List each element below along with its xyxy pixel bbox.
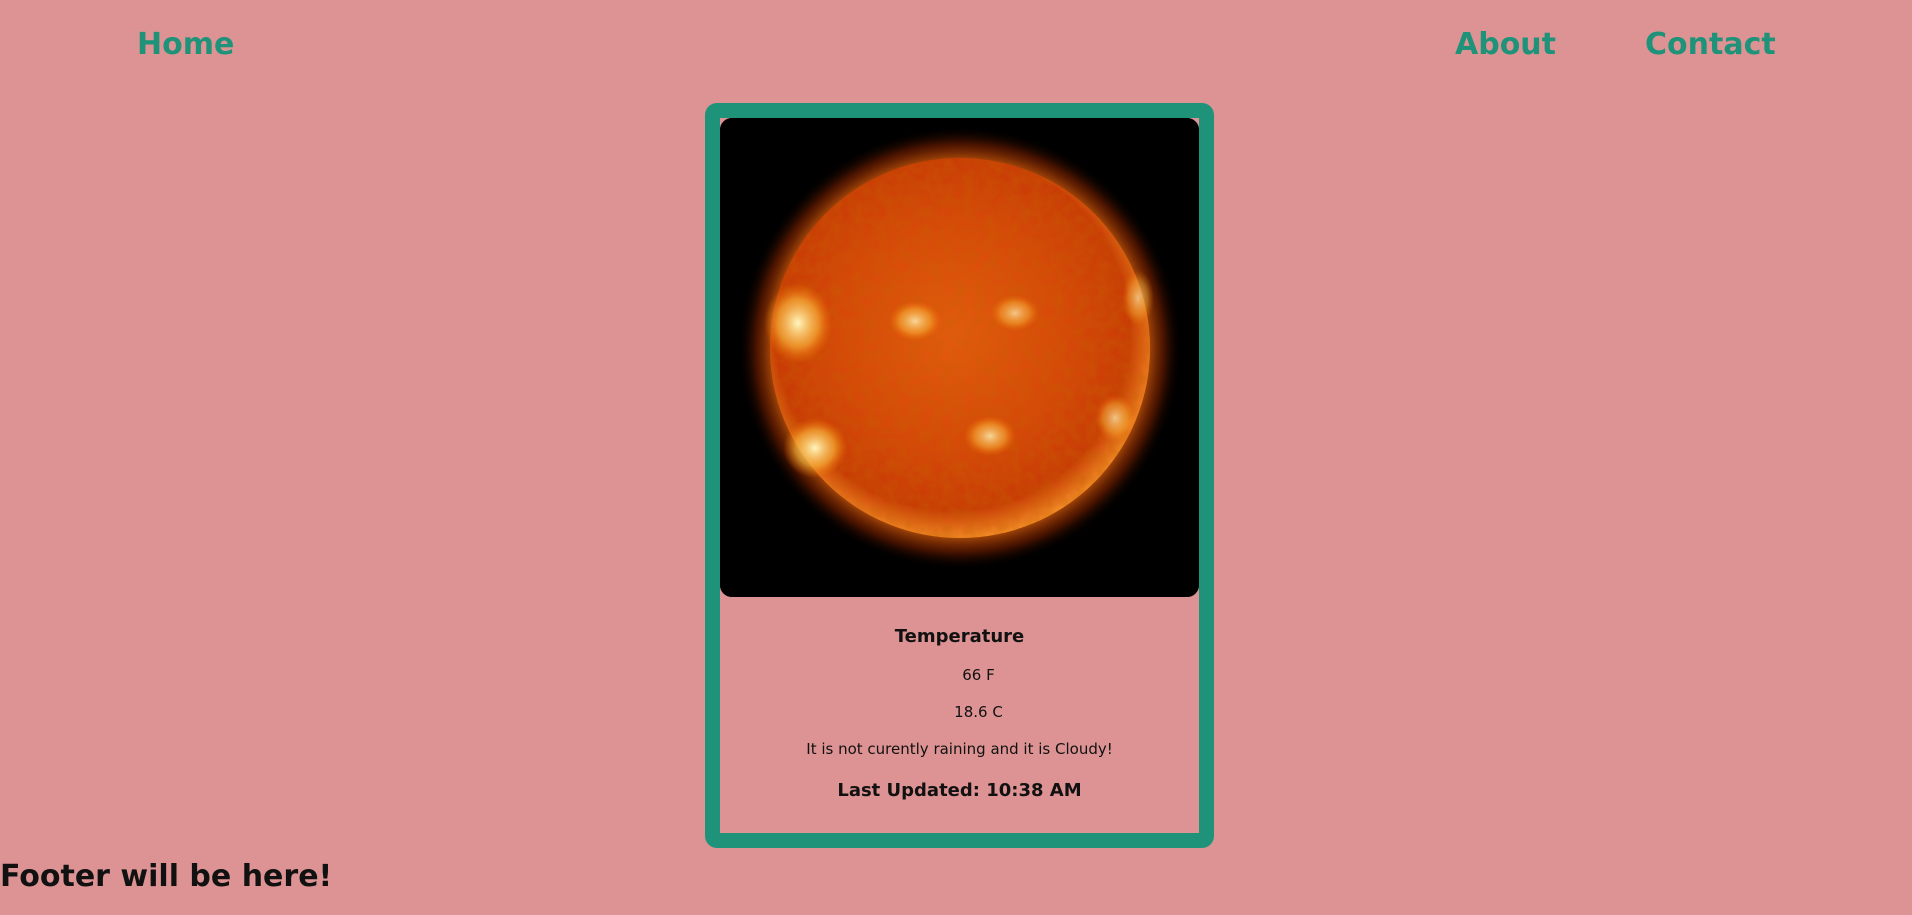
footer-text: Footer will be here! xyxy=(0,859,333,894)
weather-card: Temperature 66 F 18.6 C It is not curent… xyxy=(705,103,1214,848)
temperature-title: Temperature xyxy=(894,626,1025,647)
nav-contact-link[interactable]: Contact xyxy=(1645,30,1776,60)
weather-description: It is not curently raining and it is Clo… xyxy=(806,740,1113,758)
last-updated: Last Updated: 10:38 AM xyxy=(837,780,1082,801)
temperature-celsius: 18.6 C xyxy=(954,703,1003,721)
temperature-fahrenheit: 66 F xyxy=(962,666,995,684)
nav-about-link[interactable]: About xyxy=(1455,30,1556,60)
sun-icon xyxy=(720,118,1199,597)
sun-image xyxy=(720,118,1199,597)
nav-home-link[interactable]: Home xyxy=(137,30,234,60)
